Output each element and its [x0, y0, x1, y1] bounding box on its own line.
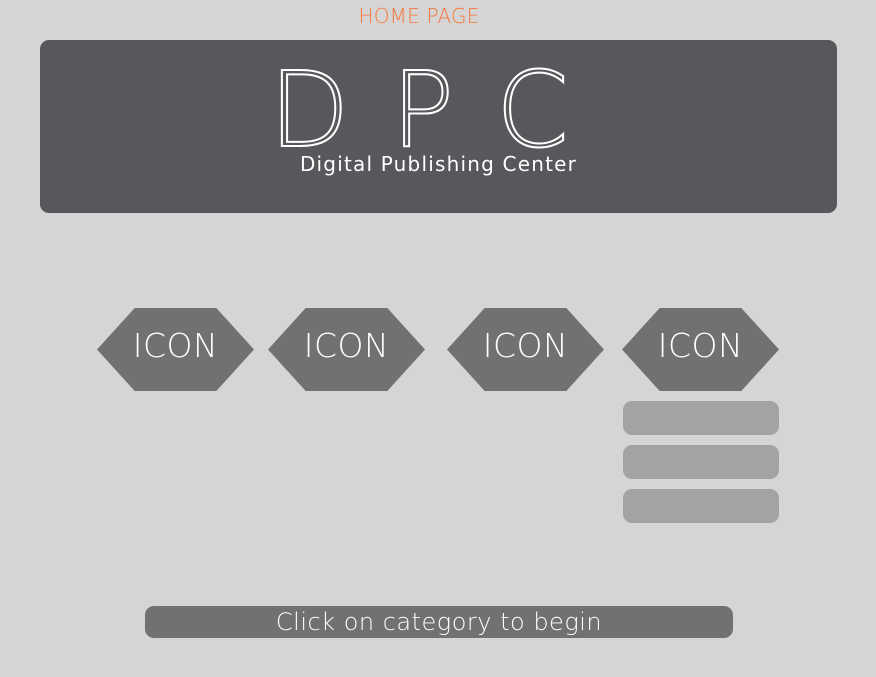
category-icon-button-1[interactable]: ICON	[97, 308, 254, 391]
page-title: HOME PAGE	[358, 4, 480, 28]
dropdown-item-1[interactable]	[623, 401, 779, 435]
category-icon-label: ICON	[303, 326, 390, 365]
dropdown-item-3[interactable]	[623, 489, 779, 523]
category-icon-label: ICON	[657, 326, 744, 365]
logo-text: DPC	[269, 49, 610, 158]
category-icon-button-3[interactable]: ICON	[447, 308, 604, 391]
dropdown-item-2[interactable]	[623, 445, 779, 479]
dpc-logo: DPC	[268, 48, 610, 158]
header-banner: DPC Digital Publishing Center	[40, 40, 837, 213]
instruction-bar: Click on category to begin	[145, 606, 733, 638]
category-icon-label: ICON	[482, 326, 569, 365]
category-icon-button-4[interactable]: ICON	[622, 308, 779, 391]
banner-subtitle: Digital Publishing Center	[299, 152, 578, 176]
category-icon-button-2[interactable]: ICON	[268, 308, 425, 391]
category-icon-label: ICON	[132, 326, 219, 365]
